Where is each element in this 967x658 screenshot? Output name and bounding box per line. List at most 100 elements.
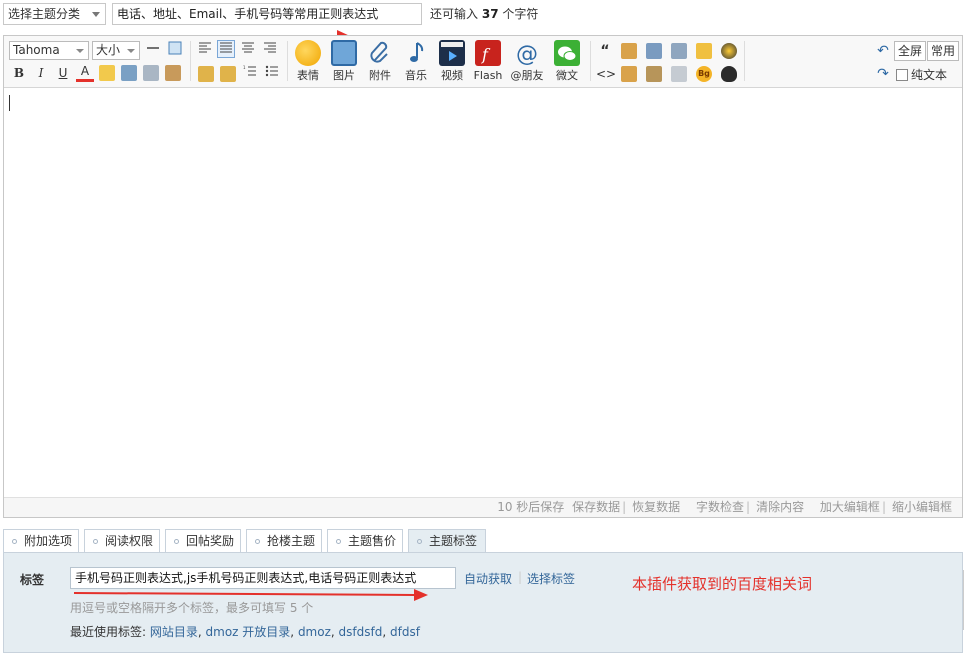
float-left-icon[interactable] [198, 66, 214, 82]
scroll-edge [963, 570, 967, 630]
autosave-text: 10 秒后保存 [497, 500, 565, 514]
link-divider: | [518, 570, 523, 584]
post-options-tabs: 附加选项 阅读权限 回帖奖励 抢楼主题 主题售价 主题标签 [3, 529, 963, 554]
toolbar-divider [590, 41, 591, 81]
annotation-text: 本插件获取到的百度相关词 [632, 575, 813, 593]
char-count-suffix: 个字符 [502, 7, 539, 21]
plain-text-checkbox[interactable] [896, 69, 908, 81]
align-right-icon[interactable] [261, 41, 279, 59]
link-icon[interactable] [121, 65, 137, 81]
editor-content-area[interactable] [4, 89, 962, 497]
flash-icon: f [475, 40, 501, 66]
svg-text:1: 1 [243, 65, 246, 70]
emoticon-button[interactable]: 表情 [290, 40, 326, 86]
video-button[interactable]: 视频 [434, 40, 470, 86]
table-icon[interactable] [166, 41, 184, 59]
image-label: 图片 [333, 69, 355, 82]
subject-row: 选择主题分类 电话、地址、Email、手机号码等常用正则表达式 还可输入 37 … [3, 3, 963, 25]
recent-tag-link[interactable]: dsfdsfd [339, 625, 383, 639]
medal-icon[interactable] [721, 43, 737, 59]
background-icon[interactable]: Bg [696, 66, 712, 82]
unlink-icon[interactable] [143, 65, 159, 81]
editor-statusbar: 10 秒后保存 保存数据 | 恢复数据 字数检查 | 清除内容 加大编辑框 | 缩小编辑框 [4, 497, 962, 517]
bold-button[interactable]: B [10, 64, 28, 82]
svg-text:f: f [481, 45, 491, 64]
unordered-list-icon[interactable] [263, 64, 281, 82]
attach-label: 附件 [369, 69, 391, 82]
char-count-prefix: 还可输入 [430, 7, 479, 21]
enlarge-editor-link[interactable]: 加大编辑框 [820, 500, 880, 514]
qq-icon[interactable] [721, 66, 737, 82]
weixin-button[interactable]: 微文 [549, 40, 585, 86]
tab-thread-price[interactable]: 主题售价 [327, 529, 403, 553]
align-center-icon[interactable] [239, 41, 257, 59]
align-left-icon[interactable] [196, 41, 214, 59]
recent-tags-label: 最近使用标签: [70, 625, 147, 639]
category-select[interactable]: 选择主题分类 [3, 3, 106, 25]
tag-label: 标签 [20, 573, 45, 587]
recent-tag-link[interactable]: dmoz [298, 625, 331, 639]
text-color-button[interactable]: A [76, 64, 94, 82]
common-button[interactable]: 常用 [927, 41, 960, 61]
wechat-icon [554, 40, 580, 66]
tab-dot-icon [336, 539, 341, 544]
music-note-icon [403, 40, 429, 66]
shrink-editor-link[interactable]: 缩小编辑框 [892, 500, 952, 514]
tab-read-permission[interactable]: 阅读权限 [84, 529, 160, 553]
quote-icon[interactable]: “ [596, 42, 614, 60]
smiley-icon [295, 40, 321, 66]
editor: Tahoma 大小 B I U A 1 表情 图片 附件 音乐 视频 f Fla… [3, 35, 963, 518]
tab-extra-options[interactable]: 附加选项 [3, 529, 79, 553]
align-justify-icon[interactable] [217, 40, 235, 58]
clear-content-link[interactable]: 清除内容 [756, 500, 804, 514]
page-icon[interactable] [646, 43, 662, 59]
tab-label: 主题售价 [348, 534, 397, 548]
ordered-list-icon[interactable]: 1 [241, 64, 259, 82]
columns-icon[interactable] [671, 66, 687, 82]
word-check-link[interactable]: 字数检查 [696, 500, 744, 514]
tab-thread-tags[interactable]: 主题标签 [408, 529, 486, 554]
save-data-link[interactable]: 保存数据 [572, 500, 620, 514]
at-friend-button[interactable]: @ @朋友 [509, 40, 545, 86]
tab-dot-icon [417, 539, 422, 544]
at-sign-icon: @ [514, 40, 540, 67]
horizontal-rule-icon[interactable] [144, 41, 162, 59]
hide-content-icon[interactable] [621, 43, 637, 59]
tab-label: 主题标签 [429, 534, 478, 548]
tab-floor-grab[interactable]: 抢楼主题 [246, 529, 322, 553]
underline-button[interactable]: U [54, 64, 72, 82]
editor-toolbar: Tahoma 大小 B I U A 1 表情 图片 附件 音乐 视频 f Fla… [4, 36, 962, 88]
redo-icon[interactable]: ↷ [874, 65, 892, 83]
tab-dot-icon [255, 539, 260, 544]
fullscreen-button[interactable]: 全屏 [894, 41, 927, 61]
tag-input[interactable]: 手机号码正则表达式,js手机号码正则表达式,电话号码正则表达式 [70, 567, 456, 589]
code-icon[interactable]: <> [596, 65, 616, 83]
key-icon[interactable] [696, 43, 712, 59]
flash-button[interactable]: f Flash [470, 40, 506, 86]
lock-icon[interactable] [621, 66, 637, 82]
recent-tag-link[interactable]: 网站目录 [150, 625, 198, 639]
tab-reply-reward[interactable]: 回帖奖励 [165, 529, 241, 553]
image-gallery-icon[interactable] [646, 66, 662, 82]
recent-tag-link[interactable]: dfdsf [390, 625, 420, 639]
toolbar-divider [287, 41, 288, 81]
music-button[interactable]: 音乐 [398, 40, 434, 86]
attach-button[interactable]: 附件 [362, 40, 398, 86]
clear-format-icon[interactable] [165, 65, 181, 81]
font-select[interactable]: Tahoma [9, 41, 89, 60]
restore-data-link[interactable]: 恢复数据 [632, 500, 680, 514]
char-count-number: 37 [481, 7, 499, 21]
image-button[interactable]: 图片 [326, 40, 362, 86]
float-right-icon[interactable] [220, 66, 236, 82]
italic-button[interactable]: I [32, 64, 50, 82]
choose-tags-link[interactable]: 选择标签 [527, 570, 575, 587]
highlight-icon[interactable] [99, 65, 115, 81]
auto-fetch-link[interactable]: 自动获取 [464, 570, 512, 587]
subject-input[interactable]: 电话、地址、Email、手机号码等常用正则表达式 [112, 3, 422, 25]
recent-tag-link[interactable]: dmoz 开放目录 [206, 625, 291, 639]
undo-icon[interactable]: ↶ [874, 42, 892, 60]
tab-dot-icon [174, 539, 179, 544]
size-select[interactable]: 大小 [92, 41, 140, 60]
tab-dot-icon [93, 539, 98, 544]
index-icon[interactable] [671, 43, 687, 59]
